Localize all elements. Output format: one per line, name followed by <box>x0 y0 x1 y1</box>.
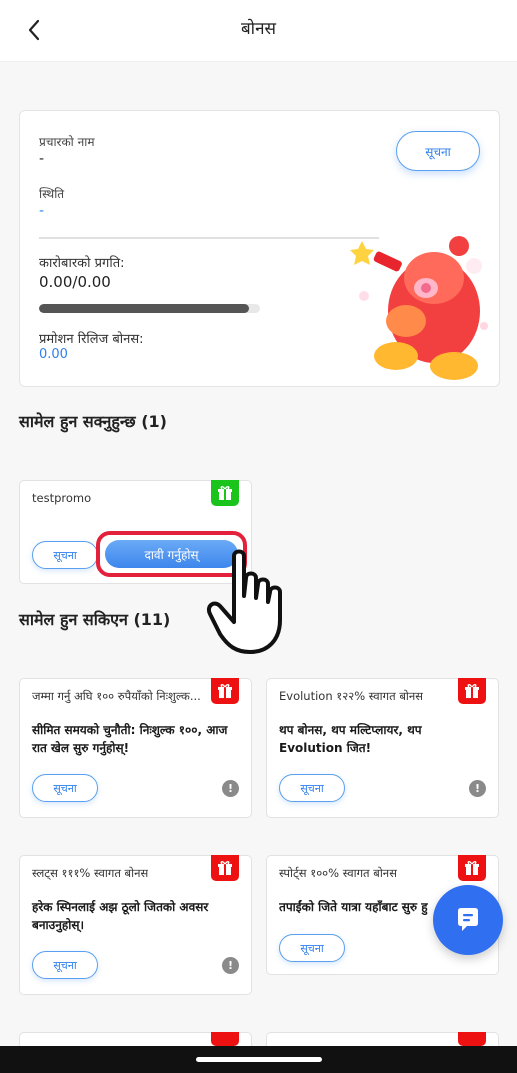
summary-notice-button[interactable]: सूचना <box>396 131 480 171</box>
notice-button[interactable]: सूचना <box>32 951 98 979</box>
gift-icon <box>211 480 239 506</box>
turnover-progress-bar <box>39 304 260 313</box>
system-navigation-bar <box>0 1046 517 1073</box>
promotion-summary-card: प्रचारको नाम - स्थिति - सूचना कारोबारको … <box>19 110 500 387</box>
gift-icon <box>211 1032 239 1046</box>
mascot-illustration <box>350 236 488 380</box>
turnover-progress-fill <box>39 304 249 313</box>
promo-name: Evolution १२२% स्वागत बोनस <box>279 689 424 703</box>
notice-button[interactable]: सूचना <box>279 934 345 962</box>
promo-name: स्पोर्ट्स १००% स्वागत बोनस <box>279 866 397 880</box>
promo-card: स्लट्स १११% स्वागत बोनस हरेक स्पिनलाई अझ… <box>19 855 252 995</box>
turnover-value: 0.00/0.00 <box>39 273 111 291</box>
joinable-section-title: सामेल हुन सक्नुहुन्छ (1) <box>19 412 167 431</box>
promo-description: थप बोनस, थप मल्टिप्लायर, थप Evolution जि… <box>279 723 422 755</box>
promo-description: हरेक स्पिनलाई अझ ठूलो जितको अवसर बनाउनुह… <box>32 900 209 932</box>
notice-button[interactable]: सूचना <box>279 774 345 802</box>
promo-description: सीमित समयको चुनौती: निःशुल्क १००, आज रात… <box>32 723 228 755</box>
gift-icon <box>458 678 486 704</box>
chat-button[interactable] <box>433 885 503 955</box>
info-icon[interactable]: ! <box>222 780 239 797</box>
release-bonus-label: प्रमोशन रिलिज बोनस: <box>39 332 144 347</box>
unavailable-section-title: सामेल हुन सकिएन (11) <box>19 610 171 629</box>
notice-button[interactable]: सूचना <box>32 774 98 802</box>
page-title: बोनस <box>240 19 277 39</box>
promo-card: जम्मा गर्नु अघि १०० रुपैयाँको निःशुल्क..… <box>19 678 252 818</box>
top-bar: बोनस <box>0 0 517 62</box>
release-bonus-value: 0.00 <box>39 347 68 362</box>
info-icon[interactable]: ! <box>469 780 486 797</box>
gift-icon <box>458 1032 486 1046</box>
turnover-label: कारोबारको प्रगति: <box>39 256 125 271</box>
promo-name-value: - <box>39 151 45 167</box>
home-indicator[interactable] <box>196 1057 322 1062</box>
promo-name: जम्मा गर्नु अघि १०० रुपैयाँको निःशुल्क..… <box>32 689 201 703</box>
status-label: स्थिति <box>39 187 65 201</box>
gift-icon <box>211 855 239 881</box>
info-icon[interactable]: ! <box>222 957 239 974</box>
notice-button[interactable]: सूचना <box>32 541 98 569</box>
pointing-hand-icon <box>207 549 282 654</box>
promo-name: testpromo <box>32 491 92 505</box>
promo-card: Evolution १२२% स्वागत बोनस थप बोनस, थप म… <box>266 678 499 818</box>
promo-name: स्लट्स १११% स्वागत बोनस <box>32 866 149 880</box>
divider <box>39 237 379 239</box>
status-value: - <box>39 203 45 219</box>
chat-icon <box>458 908 478 931</box>
gift-icon <box>211 678 239 704</box>
gift-icon <box>458 855 486 881</box>
promo-name-label: प्रचारको नाम <box>39 135 95 149</box>
